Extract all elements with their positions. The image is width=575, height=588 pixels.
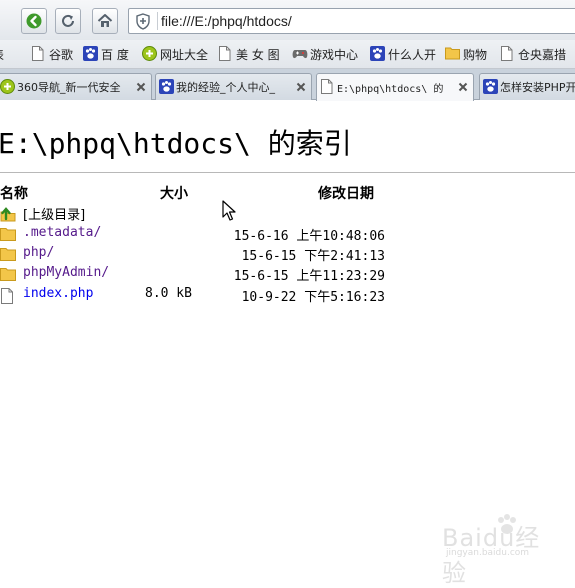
watermark-domain: jingyan.baidu.com [446, 548, 530, 558]
directory-entry-row: phpMyAdmin/ 15-6-15 上午11:23:29 [0, 265, 575, 285]
baidu-paw-icon [483, 79, 498, 94]
close-tab-icon[interactable] [134, 80, 148, 94]
page-title: E:\phpq\htdocs\ 的索引 [0, 127, 352, 160]
url-input[interactable] [161, 11, 561, 31]
entry-date: 15-6-15 下午2:41:13 [241, 249, 385, 264]
reload-button[interactable] [55, 8, 81, 34]
close-tab-icon[interactable] [456, 80, 470, 94]
bookmarks-bar: 表 谷歌 百 度 网址大全 美 女 图 游戏中心 什么人开 购物 仓央嘉措 [0, 40, 575, 69]
bookmark-label: 谷歌 [49, 48, 74, 62]
tab-my-experience[interactable]: 我的经验_个人中心_ [155, 73, 312, 100]
tab-label: 我的经验_个人中心_ [176, 81, 275, 94]
tab-label: 360导航_新一代安全 [17, 81, 121, 94]
folder-icon [445, 47, 460, 60]
tab-install-php[interactable]: 怎样安装PHP开 [479, 73, 575, 100]
bookmark-label: 什么人开 [388, 48, 437, 62]
entry-date: 15-6-16 上午10:48:06 [233, 229, 385, 244]
title-divider [0, 172, 575, 173]
entry-size: 8.0 kB [145, 286, 192, 301]
gamepad-icon [292, 50, 308, 59]
bookmarks-overflow-edge[interactable]: 表 [0, 45, 8, 63]
bookmark-label: 仓央嘉措 [518, 48, 567, 62]
back-button[interactable] [21, 8, 47, 34]
360-icon [0, 79, 15, 94]
baidu-paw-icon [370, 46, 385, 61]
bookmark-label: 网址大全 [160, 48, 209, 62]
tab-htdocs-index[interactable]: E:\phpq\htdocs\ 的 [316, 73, 474, 101]
mouse-cursor-icon [222, 200, 236, 221]
baidu-paw-icon [159, 79, 174, 94]
navigation-toolbar [0, 0, 575, 40]
folder-icon [0, 268, 16, 281]
directory-entry-row: php/ 15-6-15 下午2:41:13 [0, 245, 575, 265]
reload-icon [62, 14, 74, 27]
page-icon [32, 46, 44, 61]
baidu-paw-icon [83, 46, 98, 61]
arrow-left-icon [26, 13, 42, 29]
tab-360-nav[interactable]: 360导航_新一代安全 [0, 73, 152, 100]
directory-entry-row: .metadata/ 15-6-16 上午10:48:06 [0, 225, 575, 245]
bookmark-label: 购物 [463, 48, 488, 62]
360-icon [142, 46, 157, 61]
close-tab-icon[interactable] [294, 80, 308, 94]
entry-link[interactable]: .metadata/ [23, 225, 101, 240]
entry-link[interactable]: php/ [23, 245, 54, 260]
page-icon [219, 46, 231, 61]
parent-directory-row: [上级目录] [0, 204, 575, 224]
page-icon [501, 46, 513, 61]
entry-date: 10-9-22 下午5:16:23 [241, 290, 385, 305]
security-shield-icon [136, 13, 150, 30]
baidu-watermark: Baidu经验 jingyan.baidu.com [442, 512, 562, 587]
bookmark-label: 美 女 图 [236, 48, 280, 62]
home-icon [97, 14, 113, 27]
folder-icon [0, 228, 16, 241]
address-bar[interactable] [128, 8, 575, 34]
directory-entry-row: index.php 8.0 kB 10-9-22 下午5:16:23 [0, 286, 575, 306]
tab-bar: 360导航_新一代安全 我的经验_个人中心_ E:\phpq\htdocs\ 的… [0, 69, 575, 101]
column-header-modified[interactable]: 修改日期 [318, 183, 374, 203]
column-header-name[interactable]: 名称 [0, 183, 28, 203]
tab-label: E:\phpq\htdocs\ 的 [337, 84, 444, 95]
file-icon [1, 288, 13, 304]
entry-link[interactable]: phpMyAdmin/ [23, 265, 109, 280]
parent-directory-link[interactable]: [上级目录] [23, 204, 85, 223]
entry-link[interactable]: index.php [23, 286, 93, 301]
page-icon [321, 79, 333, 94]
bookmark-label: 百 度 [101, 48, 129, 62]
tab-label: 怎样安装PHP开 [500, 81, 575, 94]
column-header-size[interactable]: 大小 [160, 183, 188, 203]
bookmark-label: 游戏中心 [310, 48, 359, 62]
address-separator [157, 12, 158, 30]
up-arrow-icon [0, 207, 16, 222]
entry-date: 15-6-15 上午11:23:29 [233, 269, 385, 284]
home-button[interactable] [92, 8, 118, 34]
folder-icon [0, 248, 16, 261]
